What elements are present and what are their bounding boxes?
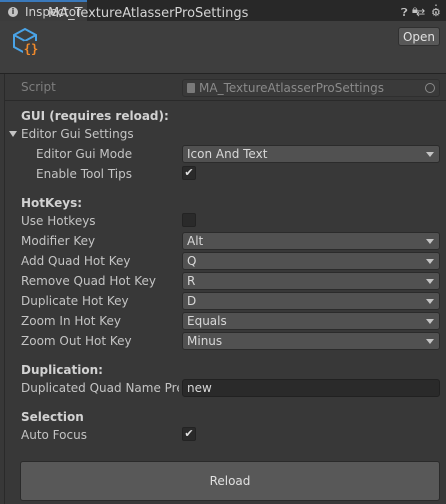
editor-gui-mode-dropdown[interactable]: Icon And Text [182,145,440,163]
modifier-key-dropdown[interactable]: Alt [182,232,440,250]
reload-button[interactable]: Reload [20,461,440,501]
object-title: MA_TextureAtlasserProSettings [48,6,249,21]
script-file-icon [187,83,195,93]
scriptable-object-icon: {} [13,27,39,56]
chevron-down-icon [426,339,434,344]
editor-gui-mode-label: Editor Gui Mode [36,147,133,161]
add-quad-hotkey-value: Q [187,254,197,268]
zoom-out-hotkey-label: Zoom Out Hot Key [21,334,132,348]
chevron-down-icon [426,239,434,244]
divider [5,100,446,101]
editor-gui-mode-value: Icon And Text [187,147,268,161]
duplicate-hotkey-value: D [187,294,197,308]
script-field[interactable]: MA_TextureAtlasserProSettings [182,79,440,97]
inspector-header [0,21,446,74]
chevron-down-icon [426,279,434,284]
script-label: Script [21,80,56,94]
open-button[interactable]: Open [398,27,440,46]
editor-gui-settings-foldout[interactable]: Editor Gui Settings [21,127,134,141]
remove-quad-hotkey-dropdown[interactable]: R [182,272,440,290]
duplicated-name-prefix-label: Duplicated Quad Name Prefi [21,381,179,395]
hotkeys-heading: HotKeys: [21,196,83,210]
enable-tooltips-label: Enable Tool Tips [36,167,132,181]
remove-quad-hotkey-value: R [187,274,196,288]
enable-tooltips-checkbox[interactable]: ✔ [182,166,196,180]
chevron-down-icon [426,152,434,157]
gear-icon[interactable]: ⚙ [431,6,441,19]
add-quad-hotkey-dropdown[interactable]: Q [182,252,440,270]
zoom-in-hotkey-dropdown[interactable]: Equals [182,312,440,330]
info-icon: i [8,7,18,17]
modifier-key-value: Alt [187,234,204,248]
duplicate-hotkey-dropdown[interactable]: D [182,292,440,310]
modifier-key-label: Modifier Key [21,234,96,248]
checkmark-icon: ✔ [184,166,194,179]
duplicate-hotkey-label: Duplicate Hot Key [21,294,129,308]
zoom-out-hotkey-dropdown[interactable]: Minus [182,332,440,350]
zoom-in-hotkey-value: Equals [187,314,227,328]
checkmark-icon: ✔ [184,427,194,440]
selection-heading: Selection [21,410,84,424]
svg-text:{}: {} [24,42,38,56]
auto-focus-checkbox[interactable]: ✔ [182,427,196,441]
duplicated-name-prefix-input[interactable]: new [182,379,440,397]
remove-quad-hotkey-label: Remove Quad Hot Key [21,274,156,288]
use-hotkeys-checkbox[interactable] [182,213,196,227]
zoom-out-hotkey-value: Minus [187,334,223,348]
chevron-down-icon [426,259,434,264]
script-field-value: MA_TextureAtlasserProSettings [199,81,384,95]
chevron-down-icon [426,299,434,304]
auto-focus-label: Auto Focus [21,428,87,442]
foldout-arrow-icon[interactable] [9,131,17,137]
help-icon[interactable]: ❓︎ [401,6,408,20]
add-quad-hotkey-label: Add Quad Hot Key [21,254,131,268]
chevron-down-icon [426,319,434,324]
zoom-in-hotkey-label: Zoom In Hot Key [21,314,122,328]
duplication-heading: Duplication: [21,363,103,377]
object-picker-icon[interactable] [425,83,435,93]
gui-heading: GUI (requires reload): [21,109,169,123]
preset-icon[interactable]: ⇄ [416,6,425,19]
use-hotkeys-label: Use Hotkeys [21,214,96,228]
